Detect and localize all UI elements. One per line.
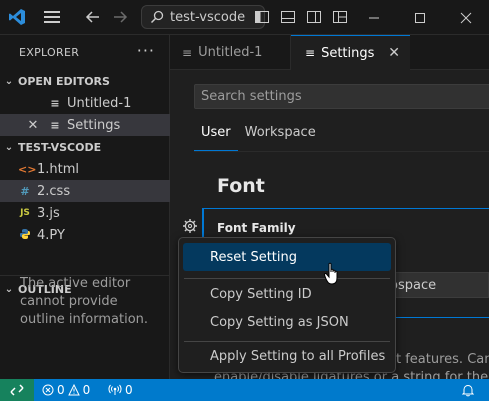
scope-tabs-divider bbox=[194, 151, 489, 152]
file-label: 2.css bbox=[37, 183, 71, 199]
file-label: 4.PY bbox=[37, 227, 65, 243]
open-editors-section-header[interactable]: ⌄ OPEN EDITORS bbox=[0, 70, 170, 92]
file-item-css[interactable]: # 2.css bbox=[0, 180, 170, 202]
workspace-section-header[interactable]: ⌄ TEST-VSCODE bbox=[0, 136, 170, 158]
tab-untitled-1[interactable]: ≡ Untitled-1 bbox=[170, 35, 291, 70]
chevron-down-icon: ⌄ bbox=[4, 75, 14, 87]
toggle-panel-icon[interactable] bbox=[280, 9, 296, 25]
open-editor-untitled[interactable]: ≡ Untitled-1 bbox=[0, 92, 170, 114]
tab-user-settings[interactable]: User bbox=[194, 125, 238, 151]
chevron-down-icon: ⌄ bbox=[4, 283, 14, 295]
tab-label: Settings bbox=[321, 45, 375, 61]
maximize-window-icon[interactable] bbox=[397, 0, 443, 35]
ports-count: 0 bbox=[125, 383, 133, 397]
open-editors-label: OPEN EDITORS bbox=[18, 74, 110, 88]
chevron-down-icon: ⌄ bbox=[4, 141, 14, 153]
ports-indicator[interactable]: 0 bbox=[108, 379, 133, 401]
close-editor-icon[interactable]: ✕ bbox=[26, 118, 40, 133]
tab-label: Untitled-1 bbox=[198, 45, 263, 60]
more-actions-icon[interactable]: ··· bbox=[137, 41, 155, 60]
file-lines-icon: ≡ bbox=[50, 96, 60, 110]
command-center-label: test-vscode bbox=[170, 9, 246, 25]
file-lines-icon: ≡ bbox=[182, 45, 193, 60]
settings-lines-icon: ≡ bbox=[305, 46, 316, 60]
setting-description: t features. Can b bbox=[396, 352, 489, 367]
open-editor-settings[interactable]: ✕ ≡ Settings bbox=[0, 114, 170, 136]
setting-context-menu: Reset Setting Copy Setting ID Copy Setti… bbox=[178, 237, 396, 373]
tab-settings[interactable]: ≡ Settings ✕ bbox=[291, 35, 410, 70]
workspace-label: TEST-VSCODE bbox=[18, 140, 102, 154]
status-bar: 0 0 0 bbox=[0, 379, 489, 401]
file-item-js[interactable]: JS 3.js bbox=[0, 202, 170, 224]
command-center-search[interactable]: test-vscode bbox=[141, 5, 265, 29]
font-family-input[interactable]: ospace bbox=[390, 272, 489, 298]
notifications-bell-icon[interactable] bbox=[462, 379, 474, 401]
font-family-value: ospace bbox=[390, 277, 437, 293]
forward-arrow-icon[interactable] bbox=[111, 8, 129, 26]
search-icon bbox=[150, 10, 164, 24]
gear-icon[interactable] bbox=[182, 218, 198, 234]
open-editor-label: Untitled-1 bbox=[67, 95, 132, 111]
file-label: 1.html bbox=[37, 161, 80, 177]
customize-layout-icon[interactable] bbox=[332, 9, 348, 25]
html-file-icon: <> bbox=[18, 162, 37, 176]
menu-item-reset-setting[interactable]: Reset Setting bbox=[183, 243, 391, 271]
python-file-icon bbox=[18, 228, 32, 243]
menu-item-copy-setting-json[interactable]: Copy Setting as JSON bbox=[183, 308, 391, 336]
warning-icon bbox=[67, 384, 80, 396]
broadcast-icon bbox=[108, 384, 122, 395]
open-editor-label: Settings bbox=[67, 117, 121, 133]
settings-scope-tabs: User Workspace bbox=[194, 125, 323, 151]
hand-pointer-cursor-icon bbox=[323, 262, 343, 286]
title-bar: test-vscode bbox=[0, 0, 489, 35]
close-tab-icon[interactable]: ✕ bbox=[388, 45, 400, 61]
menu-item-copy-setting-id[interactable]: Copy Setting ID bbox=[183, 280, 391, 308]
remote-indicator-icon[interactable] bbox=[0, 379, 34, 401]
js-file-icon: JS bbox=[20, 208, 30, 218]
warning-count: 0 bbox=[82, 383, 91, 397]
file-item-html[interactable]: <> 1.html bbox=[0, 158, 170, 180]
menu-icon[interactable] bbox=[42, 9, 62, 25]
settings-lines-icon: ≡ bbox=[50, 118, 60, 132]
settings-search-input[interactable]: Search settings bbox=[194, 84, 489, 109]
file-item-py[interactable]: 4.PY bbox=[0, 224, 170, 246]
minimize-window-icon[interactable] bbox=[351, 0, 397, 35]
back-arrow-icon[interactable] bbox=[84, 8, 102, 26]
toggle-secondary-sidebar-icon[interactable] bbox=[306, 9, 322, 25]
outline-message: The active editor cannot provide outline… bbox=[20, 276, 149, 327]
problems-indicator[interactable]: 0 0 bbox=[42, 379, 90, 401]
menu-item-apply-to-all-profiles[interactable]: Apply Setting to all Profiles bbox=[183, 342, 391, 370]
editor-tab-bar: ≡ Untitled-1 ≡ Settings ✕ bbox=[170, 35, 489, 70]
setting-title: Font Family bbox=[217, 221, 296, 235]
menu-separator bbox=[184, 278, 390, 279]
file-label: 3.js bbox=[37, 205, 60, 221]
settings-section-title: Font bbox=[217, 175, 265, 197]
vscode-logo-icon bbox=[8, 8, 26, 26]
css-file-icon: # bbox=[20, 184, 30, 198]
tab-workspace-settings[interactable]: Workspace bbox=[238, 125, 323, 151]
close-window-icon[interactable] bbox=[443, 0, 489, 35]
error-count: 0 bbox=[57, 383, 65, 397]
error-icon bbox=[42, 384, 54, 396]
toggle-primary-sidebar-icon[interactable] bbox=[254, 9, 270, 25]
